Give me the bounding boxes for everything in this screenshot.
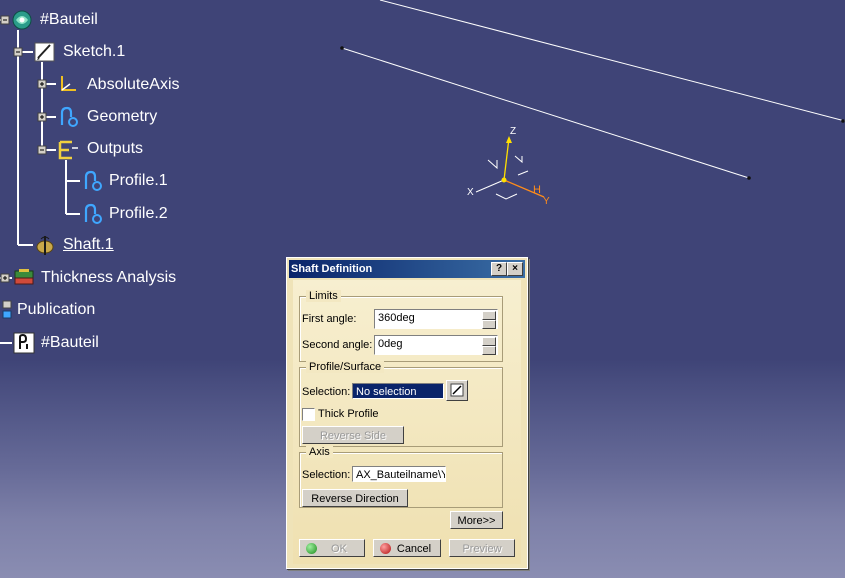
limits-group-title: Limits (306, 290, 341, 302)
tree-item-bauteil-parameter[interactable]: #Bauteil (41, 333, 99, 353)
axis-icon[interactable] (56, 72, 80, 96)
second-angle-spinner[interactable] (482, 337, 496, 355)
profile-selection-label: Selection: (302, 386, 351, 398)
compass-h-label: H (533, 184, 541, 196)
geometry-point[interactable] (747, 176, 751, 180)
compass-z-label: Z (510, 126, 516, 137)
part-icon[interactable] (10, 8, 34, 32)
first-angle-spinner[interactable] (482, 311, 496, 329)
reverse-side-button[interactable]: Reverse Side (302, 426, 404, 444)
shaft-icon[interactable] (33, 233, 57, 257)
profile-1-icon[interactable] (80, 169, 104, 193)
help-button[interactable]: ? (491, 262, 507, 276)
parameter-icon[interactable] (12, 331, 36, 355)
tree-item-profile-1[interactable]: Profile.1 (109, 171, 168, 191)
expander-absoluteaxis (37, 79, 47, 89)
ok-label: OK (331, 543, 347, 555)
tree-item-publication[interactable]: Publication (17, 300, 95, 320)
spin-down-icon[interactable] (482, 346, 496, 355)
reverse-direction-button[interactable]: Reverse Direction (302, 489, 408, 507)
help-icon: ? (495, 263, 503, 274)
geometry-point[interactable] (340, 46, 344, 50)
geometry-line-upper[interactable] (379, 0, 845, 122)
dialog-titlebar[interactable]: Shaft Definition ? × (289, 260, 525, 278)
axis-selection-field[interactable]: AX_Bauteilname\Y (352, 466, 446, 482)
thick-profile-label: Thick Profile (318, 408, 379, 420)
dialog-title: Shaft Definition (291, 263, 373, 275)
tree-item-shaft[interactable]: Shaft.1 (63, 235, 114, 255)
sketch-profile-button[interactable] (446, 380, 468, 401)
axis-selection-label: Selection: (302, 469, 351, 481)
expander-outputs (37, 145, 47, 155)
tree-item-sketch[interactable]: Sketch.1 (63, 42, 125, 62)
axis-group-title: Axis (306, 446, 333, 458)
profile-selection-field[interactable]: No selection (352, 383, 444, 399)
thick-profile-checkbox[interactable] (302, 408, 315, 421)
compass-y-label: Y (543, 196, 550, 207)
close-button[interactable]: × (507, 262, 523, 276)
first-angle-value: 360deg (378, 312, 415, 324)
cancel-label: Cancel (396, 543, 432, 555)
spin-up-icon[interactable] (482, 311, 496, 320)
expander-geometry (37, 112, 47, 122)
close-icon: × (512, 263, 518, 274)
second-angle-label: Second angle: (302, 339, 373, 351)
shaft-definition-dialog: Shaft Definition ? × Limits First angle:… (286, 257, 528, 569)
geometry-icon[interactable] (56, 105, 80, 129)
analysis-icon[interactable] (12, 266, 36, 290)
dialog-body: Limits First angle: 360deg Second angle:… (293, 280, 521, 564)
profile-surface-group: Profile/Surface Selection: No selection … (299, 361, 503, 447)
cancel-status-icon (380, 543, 391, 554)
compass-x-label: X (467, 187, 474, 198)
spin-up-icon[interactable] (482, 337, 496, 346)
sketcher-icon (450, 383, 464, 397)
tree-item-profile-2[interactable]: Profile.2 (109, 204, 168, 224)
axis-compass[interactable]: Z X H Y (467, 126, 550, 207)
more-button[interactable]: More>> (450, 511, 503, 529)
tree-item-thickness-analysis[interactable]: Thickness Analysis (41, 268, 176, 288)
tree-item-bauteil[interactable]: #Bauteil (40, 10, 98, 30)
cancel-button[interactable]: Cancel (373, 539, 441, 557)
tree-item-absoluteaxis[interactable]: AbsoluteAxis (87, 75, 180, 95)
preview-button[interactable]: Preview (449, 539, 515, 557)
second-angle-value: 0deg (378, 338, 403, 350)
expander-bauteil (0, 15, 10, 25)
outputs-icon[interactable] (56, 138, 80, 162)
tree-item-geometry[interactable]: Geometry (87, 107, 157, 127)
ok-status-icon (306, 543, 317, 554)
axis-group: Axis Selection: AX_Bauteilname\Y Reverse… (299, 446, 503, 508)
limits-group: Limits First angle: 360deg Second angle:… (299, 290, 503, 362)
first-angle-label: First angle: (302, 313, 357, 325)
geometry-point[interactable] (841, 119, 845, 123)
second-angle-field[interactable]: 0deg (374, 335, 498, 355)
first-angle-field[interactable]: 360deg (374, 309, 498, 329)
ok-button[interactable]: OK (299, 539, 365, 557)
spin-down-icon[interactable] (482, 320, 496, 329)
sketch-icon[interactable] (33, 40, 57, 64)
expander-thickness (0, 273, 10, 283)
profile-2-icon[interactable] (80, 202, 104, 226)
tree-item-outputs[interactable]: Outputs (87, 139, 143, 159)
profile-group-title: Profile/Surface (306, 361, 385, 373)
expander-sketch (13, 47, 23, 57)
geometry-line-lower[interactable] (341, 47, 750, 179)
